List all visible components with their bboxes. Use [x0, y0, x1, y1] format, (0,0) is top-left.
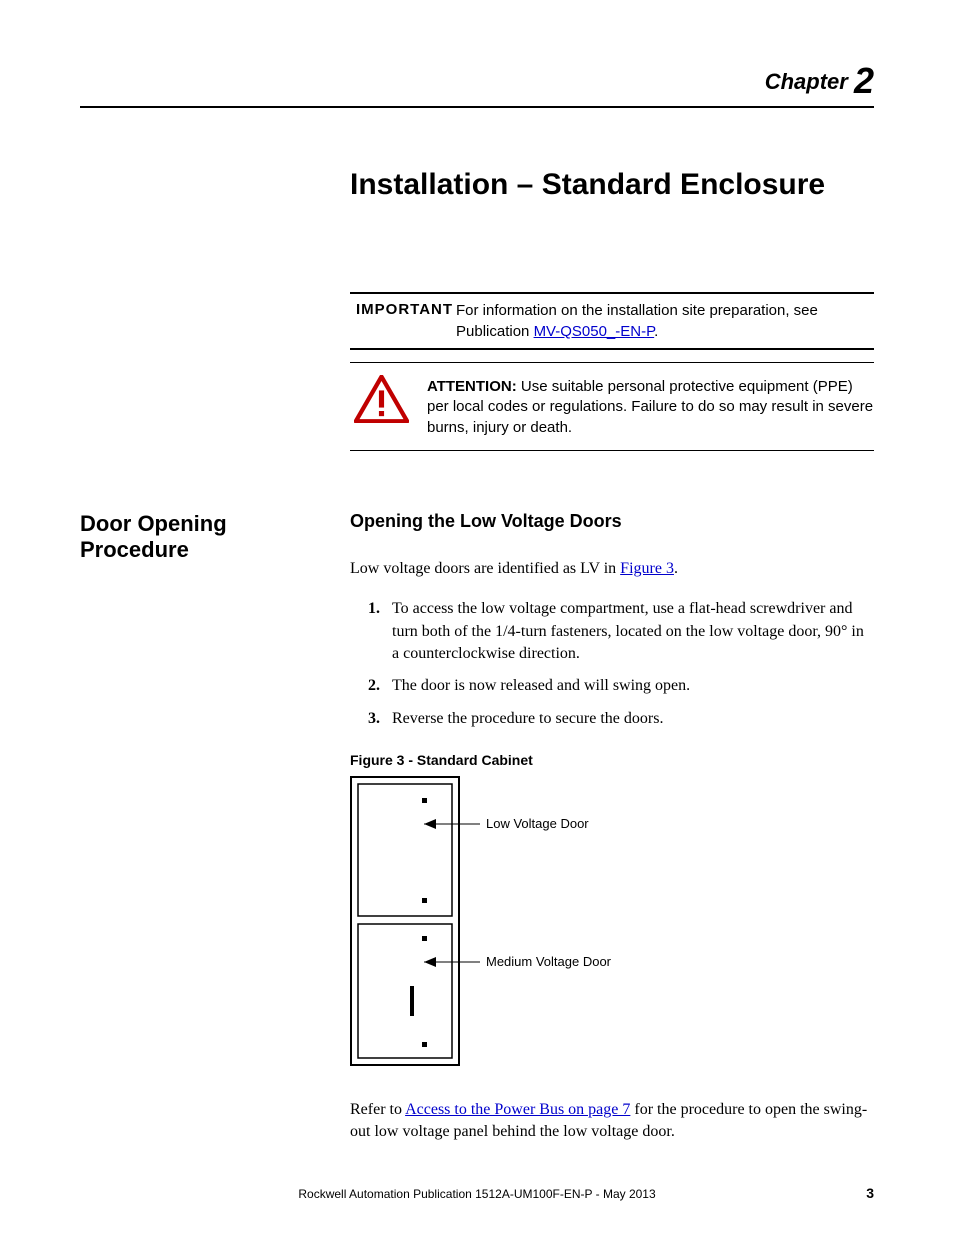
intro-before: Low voltage doors are identified as LV i… — [350, 560, 620, 577]
important-text: For information on the installation site… — [456, 300, 874, 342]
page-title: Installation – Standard Enclosure — [350, 168, 874, 202]
figure-ref-link[interactable]: Figure 3 — [620, 560, 674, 577]
important-link[interactable]: MV-QS050_-EN-P — [534, 323, 655, 340]
list-item: The door is now released and will swing … — [384, 675, 874, 697]
important-label: IMPORTANT — [350, 300, 456, 342]
figure-label-mv: Medium Voltage Door — [486, 954, 612, 969]
important-callout: IMPORTANT For information on the install… — [350, 292, 874, 350]
page-number: 3 — [866, 1185, 874, 1201]
power-bus-link[interactable]: Access to the Power Bus on page 7 — [405, 1101, 630, 1118]
attention-text: ATTENTION: Use suitable personal protect… — [427, 373, 874, 438]
chapter-word: Chapter — [765, 69, 848, 94]
attention-label: ATTENTION: — [427, 378, 517, 395]
list-item: Reverse the procedure to secure the door… — [384, 708, 874, 730]
figure-label-lv: Low Voltage Door — [486, 816, 589, 831]
figure-cabinet: Low Voltage Door Medium Voltage Door — [350, 776, 874, 1071]
intro-after: . — [674, 560, 678, 577]
sub-heading: Opening the Low Voltage Doors — [350, 511, 874, 532]
warning-icon — [354, 375, 409, 427]
footer-text: Rockwell Automation Publication 1512A-UM… — [298, 1187, 655, 1201]
figure-caption: Figure 3 - Standard Cabinet — [350, 752, 874, 768]
page-footer: Rockwell Automation Publication 1512A-UM… — [80, 1187, 874, 1201]
intro-paragraph: Low voltage doors are identified as LV i… — [350, 558, 874, 580]
chapter-number: 2 — [854, 60, 874, 101]
procedure-list: To access the low voltage compartment, u… — [350, 598, 874, 730]
list-item: To access the low voltage compartment, u… — [384, 598, 874, 665]
attention-callout: ATTENTION: Use suitable personal protect… — [350, 362, 874, 451]
refer-paragraph: Refer to Access to the Power Bus on page… — [350, 1099, 874, 1144]
chapter-label: Chapter 2 — [80, 60, 874, 102]
rule-top — [80, 106, 874, 108]
section-heading: Door Opening Procedure — [80, 511, 350, 563]
important-text-after: . — [654, 323, 658, 340]
refer-before: Refer to — [350, 1101, 405, 1118]
